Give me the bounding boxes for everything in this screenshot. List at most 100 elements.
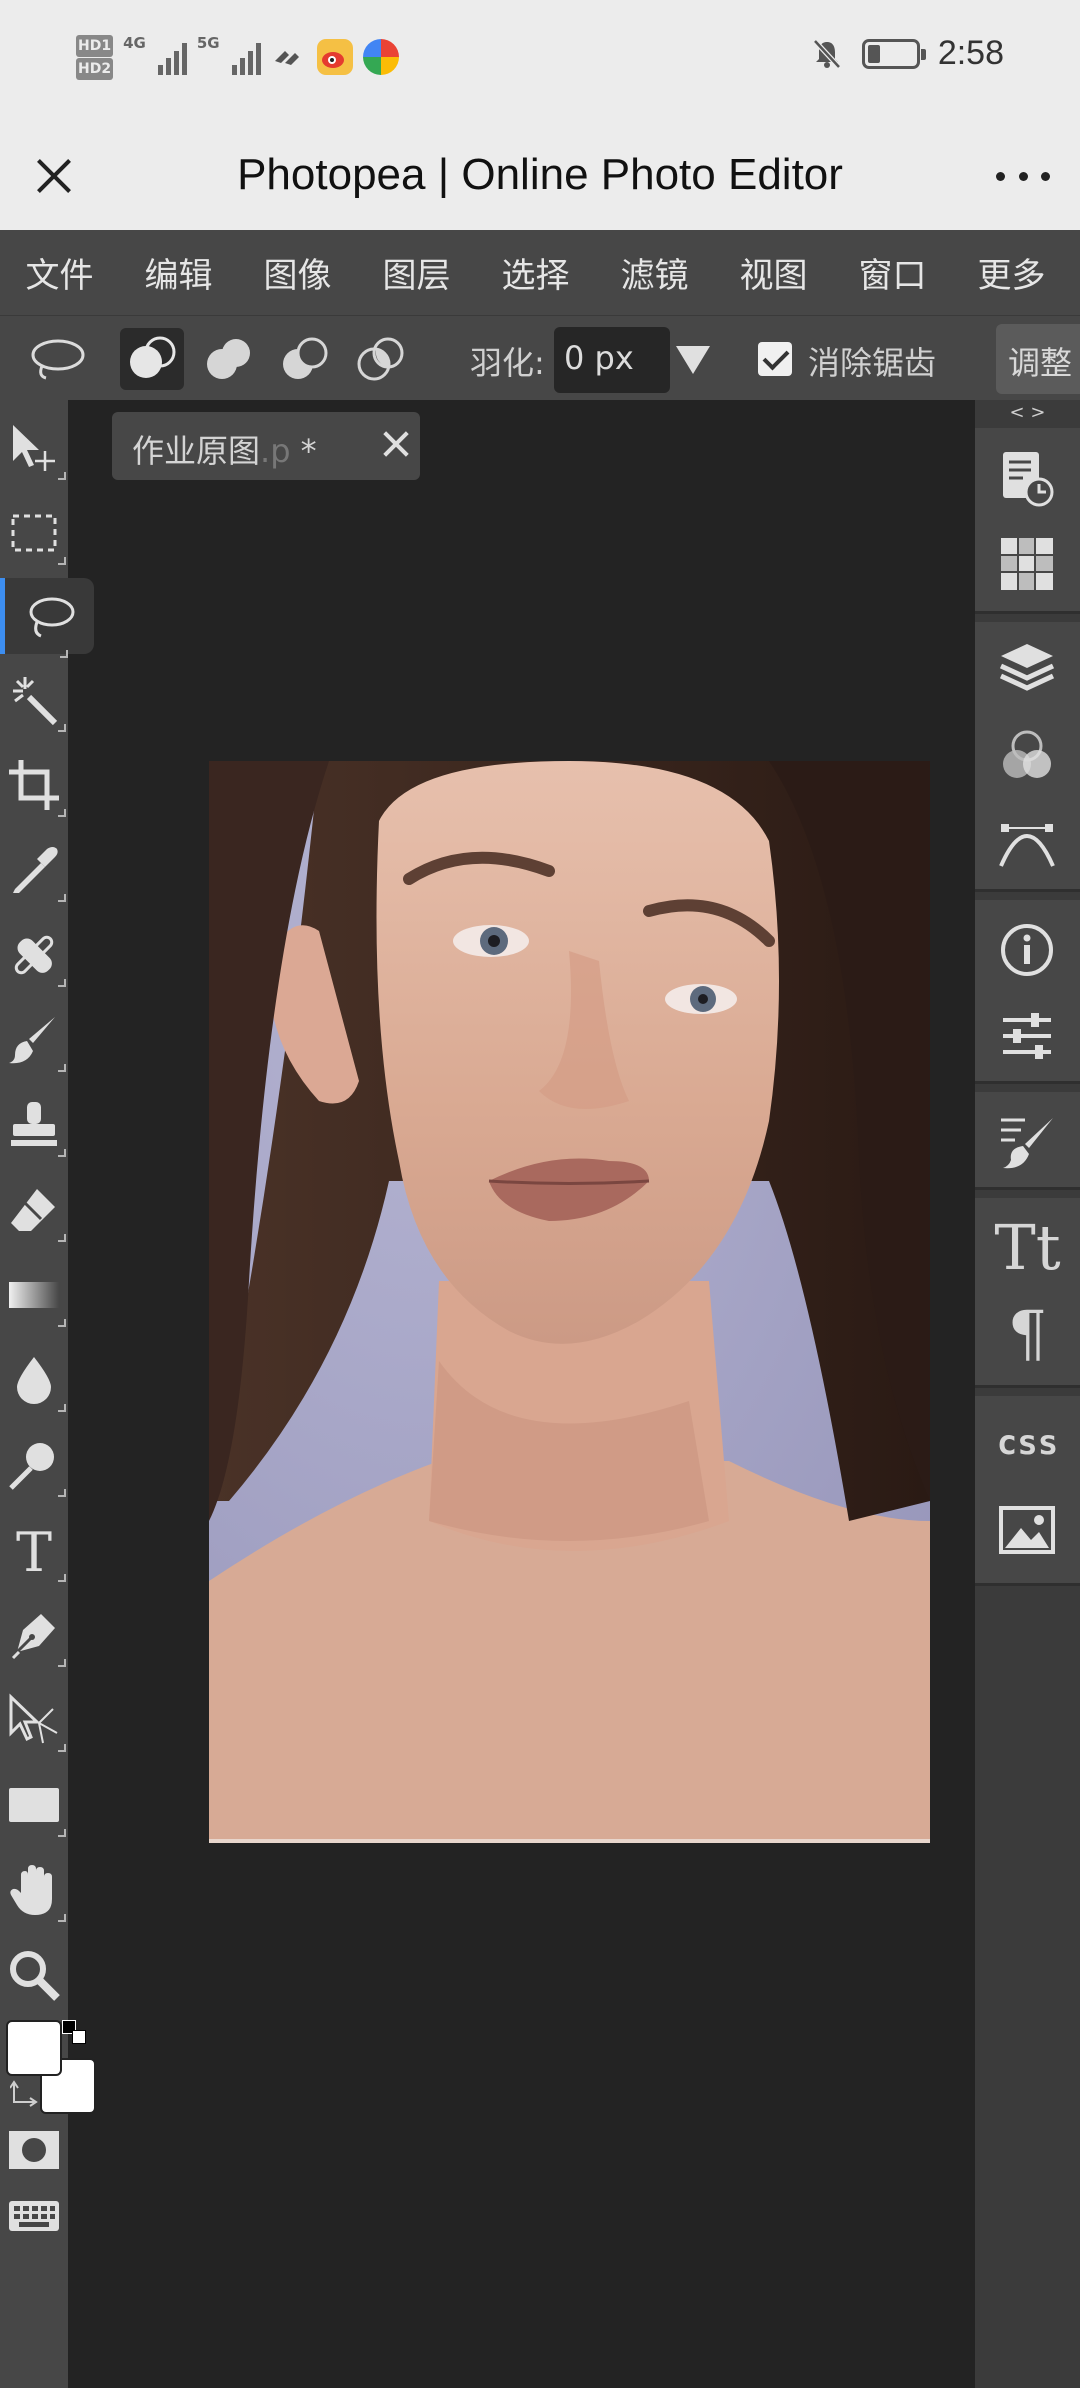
channels-icon (1003, 730, 1051, 778)
panel-group-brush (975, 1092, 1080, 1190)
svg-text:T: T (16, 1523, 52, 1577)
history-panel-button[interactable] (997, 448, 1057, 508)
magic-wand-icon (13, 677, 58, 726)
path-select-tool[interactable] (6, 1692, 66, 1752)
menu-edit[interactable]: 编辑 (119, 248, 238, 297)
options-bar: 羽化: 0 px 消除锯齿 调整 (0, 315, 1080, 400)
bandage-icon (14, 935, 54, 975)
image-icon (999, 1506, 1055, 1554)
selection-mode-intersect[interactable] (348, 328, 412, 390)
battery-icon (861, 38, 926, 69)
mode-intersect-icon (357, 337, 404, 381)
clock: 2:58 (937, 34, 1004, 72)
css-panel-button[interactable]: css (975, 1418, 1080, 1468)
channels-panel-button[interactable] (997, 726, 1057, 786)
close-tab-icon[interactable] (370, 418, 422, 470)
antialias-label: 消除锯齿 (808, 344, 937, 382)
eyedropper-tool[interactable] (6, 842, 66, 902)
zoom-tool[interactable] (6, 1947, 62, 2003)
lasso-icon (29, 597, 74, 638)
brush-settings-panel-button[interactable] (997, 1112, 1057, 1172)
feather-input[interactable]: 0 px (554, 327, 670, 393)
rectangle-icon (9, 1788, 59, 1822)
menu-filter[interactable]: 滤镜 (595, 248, 714, 297)
swatches-icon (1001, 538, 1053, 590)
properties-panel-button[interactable] (997, 1006, 1057, 1066)
keyboard-tool[interactable] (6, 2188, 62, 2244)
blur-tool[interactable] (6, 1352, 66, 1412)
app-icon (362, 39, 399, 75)
keyboard-icon (9, 2201, 59, 2231)
menu-file[interactable]: 文件 (0, 248, 119, 297)
type-icon: T (16, 1523, 52, 1577)
menu-more[interactable]: 更多 (952, 248, 1071, 297)
document-tab[interactable]: 作业原图.p * (112, 412, 420, 480)
mode-new-icon (130, 336, 176, 378)
signal-icon-2 (231, 39, 261, 75)
feather-label: 羽化: (470, 344, 545, 382)
gradient-icon (9, 1282, 59, 1308)
info-panel-button[interactable] (997, 920, 1057, 980)
move-tool[interactable] (6, 420, 66, 480)
adjust-edge-button[interactable]: 调整 (996, 324, 1080, 394)
marquee-tool[interactable] (6, 505, 66, 565)
swatches-panel-button[interactable] (997, 534, 1057, 594)
status-bar: HD1 HD2 4G 5G 2:58 (0, 0, 1080, 130)
selection-mode-add[interactable] (196, 328, 260, 390)
crop-icon (9, 760, 59, 810)
drop-icon (17, 1357, 51, 1404)
antialias-checkbox[interactable] (758, 342, 792, 376)
stamp-icon (11, 1102, 57, 1146)
menu-image[interactable]: 图像 (238, 248, 357, 297)
brush-settings-icon (1001, 1118, 1053, 1169)
dodge-tool[interactable] (6, 1437, 66, 1497)
menu-bar: 文件 编辑 图像 图层 选择 滤镜 视图 窗口 更多 (0, 230, 1080, 315)
lasso-tool[interactable] (0, 578, 94, 658)
eraser-tool[interactable] (6, 1182, 66, 1242)
eyedropper-icon (13, 847, 58, 893)
image-panel-button[interactable] (997, 1500, 1057, 1560)
panel-group-type: Tt ¶ (975, 1198, 1080, 1388)
menu-select[interactable]: 选择 (476, 248, 595, 297)
signal-icon (157, 39, 187, 75)
panel-group-history (975, 428, 1080, 614)
paragraph-panel-button[interactable]: ¶ (975, 1294, 1080, 1374)
magic-wand-tool[interactable] (6, 672, 66, 732)
panel-collapse-toggle[interactable]: < > (975, 402, 1080, 424)
character-panel-button[interactable]: Tt (975, 1208, 1080, 1288)
menu-layer[interactable]: 图层 (357, 248, 476, 297)
layers-panel-button[interactable] (997, 638, 1057, 698)
lasso-preset-icon[interactable] (28, 336, 88, 382)
direct-select-icon (9, 1693, 58, 1744)
hand-tool[interactable] (6, 1862, 66, 1922)
brush-icon (9, 1017, 55, 1064)
status-right: 2:58 (810, 34, 1004, 73)
selection-mode-subtract[interactable] (272, 328, 336, 390)
more-icon[interactable] (996, 150, 1050, 202)
network-4g-label: 4G (123, 34, 146, 52)
mute-icon (812, 38, 841, 69)
quick-mask-tool[interactable] (6, 2122, 62, 2178)
type-tool[interactable]: T (6, 1522, 66, 1582)
pen-tool[interactable] (6, 1607, 66, 1667)
document-tab-modified: * (290, 432, 317, 470)
foreground-color-swatch[interactable] (6, 2020, 62, 2076)
swap-colors-icon[interactable] (10, 2080, 40, 2110)
crop-tool[interactable] (6, 757, 66, 817)
stamp-tool[interactable] (6, 1097, 66, 1157)
selection-mode-new[interactable] (120, 328, 184, 390)
feather-dropdown-icon[interactable] (676, 346, 710, 374)
healing-tool[interactable] (6, 927, 66, 987)
brush-tool[interactable] (6, 1012, 66, 1072)
pen-icon (11, 1614, 55, 1660)
page-title: Photopea | Online Photo Editor (237, 150, 843, 199)
menu-window[interactable]: 窗口 (833, 248, 952, 297)
document-tab-ext: .p (260, 432, 291, 470)
document-canvas-image[interactable] (209, 761, 930, 1843)
shape-tool[interactable] (6, 1777, 66, 1837)
dodge-icon (9, 1443, 54, 1490)
paths-panel-button[interactable] (997, 812, 1057, 872)
gradient-tool[interactable] (6, 1267, 66, 1327)
document-tab-name: 作业原图.p * (132, 432, 317, 470)
menu-view[interactable]: 视图 (714, 248, 833, 297)
